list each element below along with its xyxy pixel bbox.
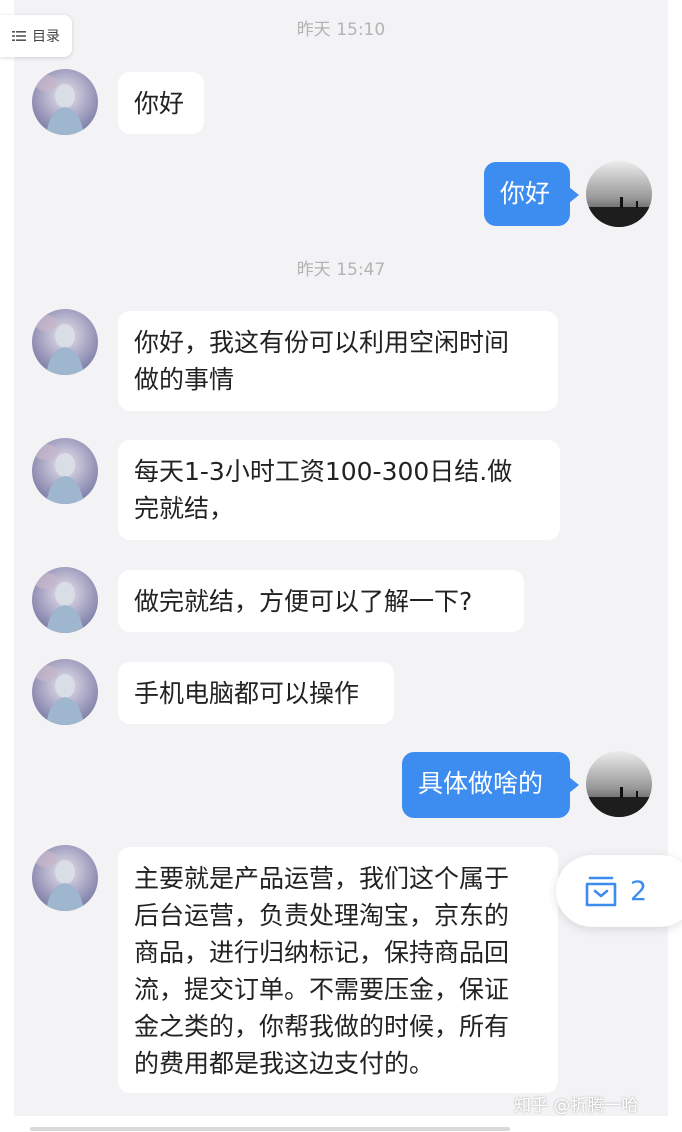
landscape-avatar-icon xyxy=(586,161,652,227)
contact-avatar[interactable] xyxy=(32,659,98,725)
landscape-avatar-icon xyxy=(586,751,652,817)
person-avatar-icon xyxy=(32,845,98,911)
message-line: 完就结， xyxy=(134,494,235,523)
message-bubble[interactable]: 主要就是产品运营，我们这个属于 后台运营，负责处理淘宝，京东的 商品，进行归纳标… xyxy=(118,847,558,1093)
message-text: 做完就结，方便可以了解一下? xyxy=(134,587,473,616)
collection-icon xyxy=(585,876,617,907)
timestamp: 昨天 15:47 xyxy=(296,260,386,280)
message-line: 的费用都是我这边支付的。 xyxy=(134,1049,435,1078)
message-line: 主要就是产品运营，我们这个属于 xyxy=(134,864,510,893)
message-text: 手机电脑都可以操作 xyxy=(134,679,360,708)
collection-count: 2 xyxy=(630,875,648,907)
message-bubble[interactable]: 你好，我这有份可以利用空闲时间 做的事情 xyxy=(118,311,558,411)
message-text: 具体做啥的 xyxy=(418,769,544,798)
message-text: 你好 xyxy=(134,89,185,118)
message-bubble[interactable]: 手机电脑都可以操作 xyxy=(118,662,394,724)
message-line: 后台运营，负责处理淘宝，京东的 xyxy=(134,901,510,930)
message-bubble[interactable]: 每天1-3小时工资100-300日结.做 完就结， xyxy=(118,440,560,540)
toc-label: 目录 xyxy=(32,29,60,45)
person-avatar-icon xyxy=(32,567,98,633)
person-avatar-icon xyxy=(32,438,98,504)
self-avatar[interactable] xyxy=(586,751,652,817)
watermark: 知乎 @折腾一哈 xyxy=(514,1096,639,1116)
message-line: 流，提交订单。不需要压金，保证 xyxy=(134,975,510,1004)
table-of-contents-button[interactable]: 目录 xyxy=(0,15,72,57)
message-bubble[interactable]: 做完就结，方便可以了解一下? xyxy=(118,570,524,632)
message-line: 金之类的，你帮我做的时候，所有 xyxy=(134,1012,510,1041)
collection-button[interactable]: 2 xyxy=(556,855,682,927)
person-avatar-icon xyxy=(32,309,98,375)
self-avatar[interactable] xyxy=(586,161,652,227)
message-bubble[interactable]: 你好 xyxy=(118,72,204,134)
contact-avatar[interactable] xyxy=(32,567,98,633)
message-line: 做的事情 xyxy=(134,365,235,394)
message-line: 商品，进行归纳标记，保持商品回 xyxy=(134,938,510,967)
person-avatar-icon xyxy=(32,659,98,725)
bottom-divider xyxy=(30,1127,510,1131)
message-line: 你好，我这有份可以利用空闲时间 xyxy=(134,328,510,357)
message-bubble-outgoing[interactable]: 你好 xyxy=(484,162,579,226)
contact-avatar[interactable] xyxy=(32,309,98,375)
contact-avatar[interactable] xyxy=(32,438,98,504)
contact-avatar[interactable] xyxy=(32,845,98,911)
message-line: 每天1-3小时工资100-300日结.做 xyxy=(134,457,513,486)
message-text: 你好 xyxy=(500,179,551,208)
timestamp: 昨天 15:10 xyxy=(296,20,386,40)
person-avatar-icon xyxy=(32,69,98,135)
chat-area[interactable]: 昨天 15:10 你好 你好 昨天 15:47 你好，我这有份可以利用空闲时间 … xyxy=(14,0,668,1116)
list-icon xyxy=(12,31,26,41)
message-bubble-outgoing[interactable]: 具体做啥的 xyxy=(402,752,579,818)
contact-avatar[interactable] xyxy=(32,69,98,135)
